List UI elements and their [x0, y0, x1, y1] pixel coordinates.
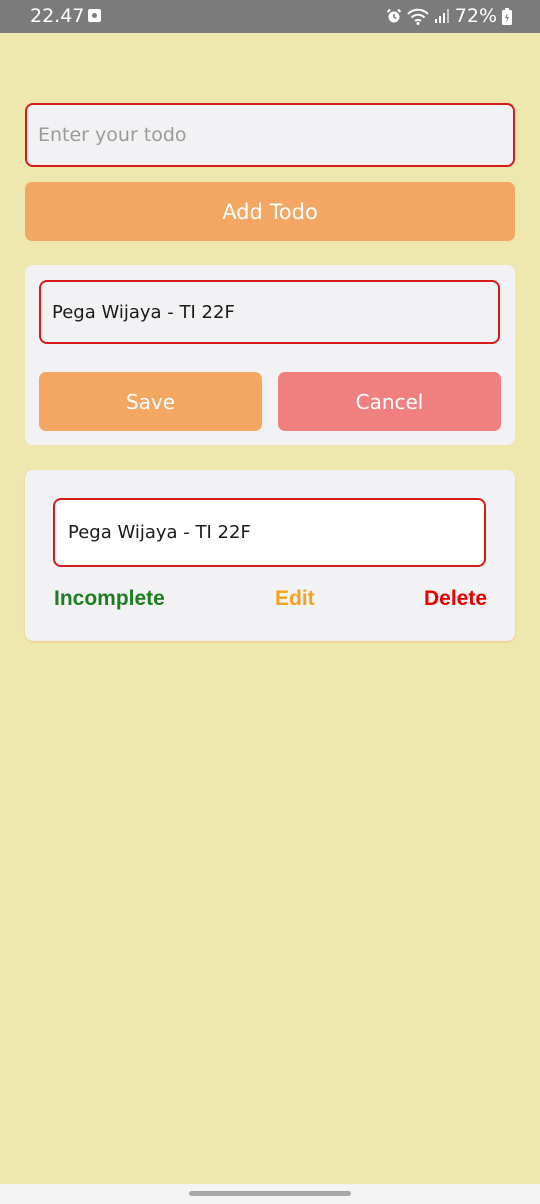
navigation-bar	[0, 1184, 540, 1204]
add-todo-button[interactable]: Add Todo	[25, 182, 515, 241]
status-icons: 72%	[386, 5, 512, 27]
todo-item-text: Pega Wijaya - TI 22F	[53, 498, 486, 567]
signal-icon	[434, 8, 450, 24]
todo-item: Pega Wijaya - TI 22F Incomplete Edit Del…	[25, 470, 515, 641]
incomplete-toggle[interactable]: Incomplete	[54, 587, 165, 611]
status-time: 22.47	[30, 5, 85, 27]
home-indicator[interactable]	[189, 1191, 351, 1196]
alarm-icon	[386, 8, 402, 24]
edit-todo-input[interactable]	[39, 280, 500, 344]
wifi-icon	[407, 8, 429, 25]
notification-icon	[88, 9, 101, 22]
edit-todo-card: Save Cancel	[25, 265, 515, 445]
save-button[interactable]: Save	[39, 372, 262, 431]
todo-input[interactable]	[25, 103, 515, 167]
delete-link[interactable]: Delete	[424, 587, 487, 611]
status-bar: 22.47 72%	[0, 0, 540, 33]
edit-link[interactable]: Edit	[275, 587, 315, 611]
cancel-button[interactable]: Cancel	[278, 372, 501, 431]
battery-icon	[502, 7, 512, 25]
battery-percent: 72%	[454, 5, 497, 27]
